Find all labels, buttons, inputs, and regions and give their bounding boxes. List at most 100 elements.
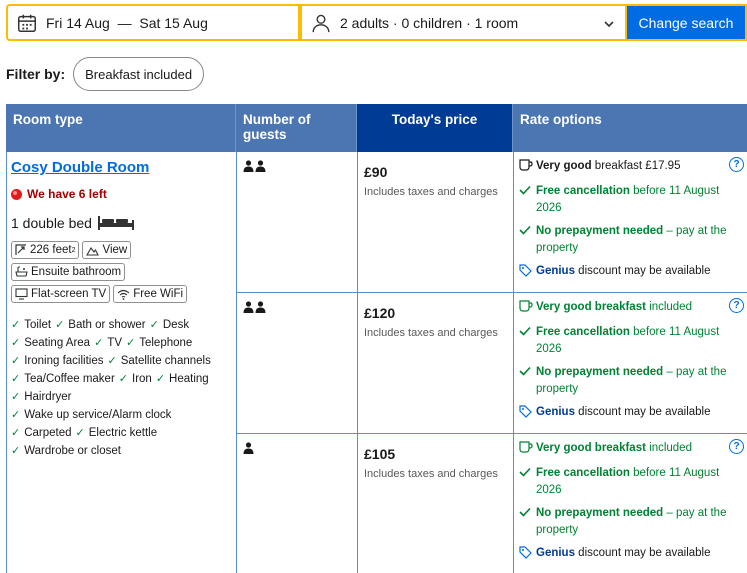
amenity-item: ✓ Toilet bbox=[11, 316, 51, 334]
genius-rest: discount may be available bbox=[574, 547, 711, 559]
breakfast-option: Very good breakfast £17.95 bbox=[519, 158, 744, 177]
room-type-cell: Cosy Double Room We have 6 left 1 double… bbox=[7, 152, 237, 573]
breakfast-rest: breakfast £17.95 bbox=[591, 160, 681, 172]
checkmark-icon bbox=[519, 366, 531, 376]
tag-tv-text: Flat-screen TV bbox=[31, 288, 107, 300]
checkmark-icon: ✓ bbox=[11, 427, 21, 439]
amenity-item: ✓ Iron bbox=[119, 370, 152, 388]
amenity-item: ✓ Satellite channels bbox=[107, 352, 210, 370]
help-question-icon[interactable]: ? bbox=[729, 157, 744, 172]
checkmark-icon bbox=[519, 225, 531, 235]
amenity-item: ✓ Wake up service/Alarm clock bbox=[11, 406, 171, 424]
guests-cell bbox=[237, 152, 358, 292]
room-size-text: 226 feet bbox=[30, 244, 72, 256]
rate-rows: £90 Includes taxes and charges Very good… bbox=[237, 152, 747, 573]
price-amount: £90 bbox=[364, 164, 388, 180]
breakfast-rest: included bbox=[645, 301, 692, 313]
person-icon bbox=[312, 14, 330, 32]
tag-ensuite-text: Ensuite bathroom bbox=[31, 266, 122, 278]
wifi-icon bbox=[117, 289, 130, 300]
search-bar: Fri 14 Aug — Sat 15 Aug 2 adults · 0 chi… bbox=[6, 4, 747, 41]
help-question-icon[interactable]: ? bbox=[729, 298, 744, 313]
checkmark-icon: ✓ bbox=[107, 355, 117, 367]
genius-rest: discount may be available bbox=[574, 406, 711, 418]
genius-option: Genius discount may be available bbox=[519, 545, 744, 565]
header-rate-options: Rate options bbox=[513, 104, 747, 152]
checkmark-icon: ✓ bbox=[11, 337, 21, 349]
checkmark-icon: ✓ bbox=[11, 319, 21, 331]
amenity-item: ✓ Wardrobe or closet bbox=[11, 442, 121, 460]
rate-options-cell: Very good breakfast included Free cancel… bbox=[514, 293, 747, 433]
amenity-item: ✓ Telephone bbox=[126, 334, 192, 352]
availability-badge: We have 6 left bbox=[11, 187, 232, 201]
price-note: Includes taxes and charges bbox=[364, 468, 498, 480]
amenity-item: ✓ Ironing facilities bbox=[11, 352, 103, 370]
checkmark-icon: ✓ bbox=[11, 445, 21, 457]
room-facility-tags: 226 feet 2 View Ensuite bathroom Flat-scr… bbox=[11, 241, 226, 303]
amenity-item: ✓ Heating bbox=[156, 370, 209, 388]
guests-icon-group bbox=[243, 442, 351, 454]
prepay-bold: No prepayment needed bbox=[536, 225, 664, 237]
tag-room-size: 226 feet 2 bbox=[11, 241, 80, 259]
header-room-type: Room type bbox=[6, 104, 236, 152]
rate-options-cell: Very good breakfast included Free cancel… bbox=[514, 434, 747, 573]
guests-icon-group bbox=[243, 160, 351, 172]
tag-ensuite: Ensuite bathroom bbox=[11, 263, 126, 281]
guests-icon-group bbox=[243, 301, 351, 313]
prepayment-option: No prepayment needed – pay at the proper… bbox=[519, 223, 744, 257]
availability-text: We have 6 left bbox=[27, 187, 107, 201]
checkmark-icon: ✓ bbox=[126, 337, 136, 349]
breakfast-bold: Very good breakfast bbox=[536, 301, 646, 313]
dates-text: Fri 14 Aug — Sat 15 Aug bbox=[46, 14, 208, 31]
breakfast-option: Very good breakfast included bbox=[519, 440, 744, 459]
guests-cell bbox=[237, 434, 358, 573]
checkmark-icon: ✓ bbox=[11, 391, 21, 403]
amenity-label: Heating bbox=[169, 373, 209, 385]
cancel-bold: Free cancellation bbox=[536, 326, 630, 338]
guests-text: 2 adults · 0 children · 1 room bbox=[340, 14, 519, 31]
bed-info: 1 double bed bbox=[11, 215, 232, 231]
breakfast-rest: included bbox=[645, 442, 692, 454]
amenity-item: ✓ Seating Area bbox=[11, 334, 90, 352]
amenity-item: ✓ TV bbox=[94, 334, 122, 352]
tag-wifi-text: Free WiFi bbox=[133, 288, 184, 300]
person-icon bbox=[243, 160, 254, 172]
cancellation-option: Free cancellation before 11 August 2026 bbox=[519, 465, 744, 499]
change-search-button[interactable]: Change search bbox=[627, 4, 747, 41]
person-icon bbox=[255, 301, 266, 313]
guests-cell bbox=[237, 293, 358, 433]
checkmark-icon: ✓ bbox=[94, 337, 104, 349]
checkmark-icon: ✓ bbox=[11, 409, 21, 421]
calendar-icon bbox=[18, 14, 36, 32]
table-header: Room type Number of guests Today's price… bbox=[6, 104, 747, 152]
amenity-item: ✓ Hairdryer bbox=[11, 388, 72, 406]
bed-text: 1 double bed bbox=[11, 215, 92, 231]
cancellation-option: Free cancellation before 11 August 2026 bbox=[519, 183, 744, 217]
amenity-label: Electric kettle bbox=[88, 427, 158, 439]
tag-icon bbox=[519, 264, 532, 277]
amenity-label: Satellite channels bbox=[120, 355, 211, 367]
genius-bold: Genius bbox=[536, 265, 575, 277]
amenity-item: ✓ Tea/Coffee maker bbox=[11, 370, 115, 388]
amenity-label: Tea/Coffee maker bbox=[24, 373, 115, 385]
amenity-label: TV bbox=[107, 337, 122, 349]
chevron-down-icon bbox=[604, 21, 614, 28]
price-amount: £105 bbox=[364, 446, 396, 462]
genius-bold: Genius bbox=[536, 547, 575, 559]
table-row: £105 Includes taxes and charges Very goo… bbox=[237, 434, 747, 573]
tag-view-text: View bbox=[102, 244, 128, 256]
amenities-list: ✓ Toilet ✓ Bath or shower ✓ Desk ✓ Seating Area… bbox=[11, 316, 233, 460]
double-bed-icon bbox=[97, 216, 134, 230]
checkmark-icon: ✓ bbox=[75, 427, 85, 439]
guests-selector[interactable]: 2 adults · 0 children · 1 room bbox=[300, 4, 627, 41]
room-table: Room type Number of guests Today's price… bbox=[6, 104, 747, 573]
amenity-label: Iron bbox=[132, 373, 152, 385]
date-picker[interactable]: Fri 14 Aug — Sat 15 Aug bbox=[6, 4, 300, 41]
help-question-icon[interactable]: ? bbox=[729, 439, 744, 454]
room-name-link[interactable]: Cosy Double Room bbox=[11, 159, 149, 176]
cancellation-option: Free cancellation before 11 August 2026 bbox=[519, 324, 744, 358]
checkmark-icon bbox=[519, 326, 531, 336]
prepay-bold: No prepayment needed bbox=[536, 366, 664, 378]
price-note: Includes taxes and charges bbox=[364, 186, 498, 198]
filter-chip-breakfast[interactable]: Breakfast included bbox=[73, 57, 205, 91]
